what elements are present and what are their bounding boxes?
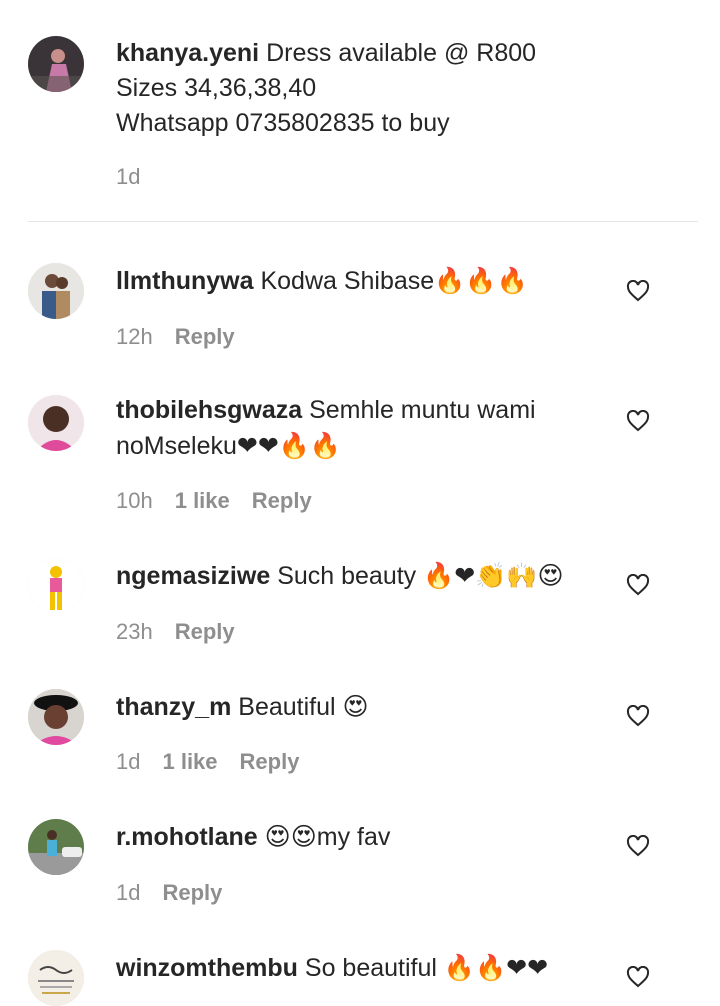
reply-button[interactable]: Reply xyxy=(252,488,312,514)
reply-button[interactable]: Reply xyxy=(175,324,235,350)
like-heart-icon[interactable] xyxy=(626,410,650,432)
avatar[interactable] xyxy=(28,36,84,92)
comment-body: So beautiful xyxy=(304,954,437,982)
comment-time: 10h xyxy=(116,488,153,513)
comment-body: Kodwa Shibase xyxy=(260,267,435,295)
like-heart-icon[interactable] xyxy=(626,280,650,302)
comment-emoji: 😍 xyxy=(342,692,369,721)
avatar[interactable] xyxy=(28,263,84,319)
comment-text: r.mohotlane 😍😍my fav xyxy=(116,819,616,855)
avatar[interactable] xyxy=(28,950,84,1006)
comment-emoji: 🔥❤👏🙌😍 xyxy=(423,561,564,590)
reply-button[interactable]: Reply xyxy=(175,619,235,645)
comment-time: 1d xyxy=(116,880,141,905)
comment-emoji: 🔥🔥❤❤ xyxy=(443,953,549,982)
like-heart-icon[interactable] xyxy=(626,835,650,857)
comment-body: Semhle muntu wami xyxy=(309,396,536,424)
comment-text: winzomthembu So beautiful 🔥🔥❤❤ xyxy=(116,950,616,986)
comment-body: Beautiful xyxy=(238,693,336,721)
caption-line-2: Sizes 34,36,38,40 xyxy=(116,74,317,102)
comment-username[interactable]: r.mohotlane xyxy=(116,823,258,851)
comment-username[interactable]: thobilehsgwaza xyxy=(116,396,302,424)
comment-meta: 23h Reply xyxy=(116,619,235,645)
like-heart-icon[interactable] xyxy=(626,574,650,596)
comment-emoji: 😍😍 xyxy=(264,822,317,851)
reply-button[interactable]: Reply xyxy=(240,749,300,775)
comment-text: llmthunywa Kodwa Shibase🔥🔥🔥 xyxy=(116,263,616,299)
comment-time: 12h xyxy=(116,324,153,349)
comment-meta: 10h 1 like Reply xyxy=(116,488,312,514)
avatar[interactable] xyxy=(28,689,84,745)
post-caption: khanya.yeni Dress available @ R800 Sizes… xyxy=(0,0,720,222)
comment-emoji: 🔥🔥🔥 xyxy=(434,266,528,295)
likes-count[interactable]: 1 like xyxy=(175,488,230,514)
comment-meta: 12h Reply xyxy=(116,324,235,350)
comment-emoji: ❤❤🔥🔥 xyxy=(236,431,342,460)
like-heart-icon[interactable] xyxy=(626,966,650,988)
reply-button[interactable]: Reply xyxy=(162,880,222,906)
caption-username[interactable]: khanya.yeni xyxy=(116,39,259,67)
caption-time: 1d xyxy=(116,164,141,189)
divider xyxy=(28,221,698,222)
likes-count[interactable]: 1 like xyxy=(162,749,217,775)
like-heart-icon[interactable] xyxy=(626,705,650,727)
comment-text: thobilehsgwaza Semhle muntu wami noMsele… xyxy=(116,393,616,464)
caption-text: khanya.yeni Dress available @ R800 Sizes… xyxy=(116,36,616,141)
avatar[interactable] xyxy=(28,558,84,614)
caption-line-1: Dress available @ R800 xyxy=(266,39,537,67)
comment-username[interactable]: ngemasiziwe xyxy=(116,562,270,590)
avatar[interactable] xyxy=(28,819,84,875)
avatar[interactable] xyxy=(28,395,84,451)
comment-username[interactable]: llmthunywa xyxy=(116,267,254,295)
caption-meta: 1d xyxy=(116,164,140,190)
comment-text: thanzy_m Beautiful 😍 xyxy=(116,689,616,725)
comment-text: ngemasiziwe Such beauty 🔥❤👏🙌😍 xyxy=(116,558,616,594)
comment-username[interactable]: winzomthembu xyxy=(116,954,298,982)
comment-body: Such beauty xyxy=(277,562,417,590)
comment-username[interactable]: thanzy_m xyxy=(116,693,231,721)
comment-body: my fav xyxy=(316,823,391,851)
comment-time: 23h xyxy=(116,619,153,644)
comment-meta: 1d 1 like Reply xyxy=(116,749,299,775)
comment-time: 1d xyxy=(116,749,141,774)
comment-meta: 1d Reply xyxy=(116,880,222,906)
comment-body-cont: noMseleku xyxy=(116,432,237,460)
caption-line-3: Whatsapp 0735802835 to buy xyxy=(116,109,450,137)
